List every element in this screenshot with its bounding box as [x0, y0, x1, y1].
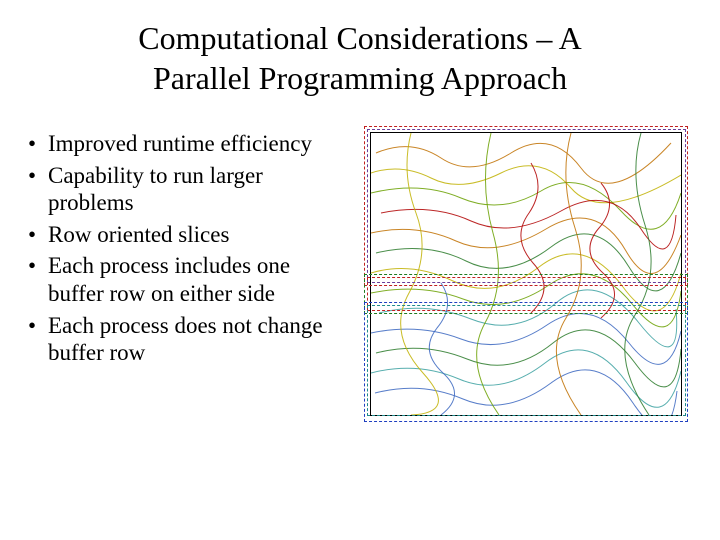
list-item: Each process does not change buffer row — [28, 312, 348, 367]
slide-title: Computational Considerations – A Paralle… — [0, 18, 720, 98]
list-item: Each process includes one buffer row on … — [28, 252, 348, 307]
list-item: Capability to run larger problems — [28, 162, 348, 217]
slide: Computational Considerations – A Paralle… — [0, 0, 720, 540]
list-item: Row oriented slices — [28, 221, 348, 249]
bullet-list: Improved runtime efficiency Capability t… — [28, 130, 348, 367]
title-line-2: Parallel Programming Approach — [153, 60, 567, 96]
contour-map-icon — [371, 133, 681, 415]
list-item: Improved runtime efficiency — [28, 130, 348, 158]
contour-map-frame — [370, 132, 682, 416]
title-line-1: Computational Considerations – A — [138, 20, 582, 56]
parallel-slices-figure — [360, 126, 690, 422]
slide-body: Improved runtime efficiency Capability t… — [28, 130, 348, 371]
